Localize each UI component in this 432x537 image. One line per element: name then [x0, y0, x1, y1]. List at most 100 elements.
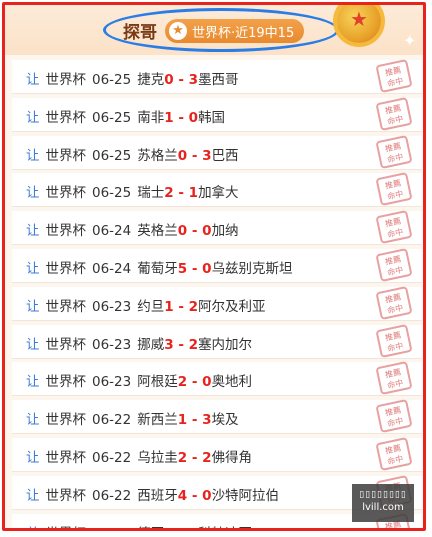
- expert-name[interactable]: 探哥: [123, 18, 157, 43]
- league-label: 世界杯: [45, 336, 87, 353]
- home-team: 德国: [137, 526, 164, 528]
- away-team: 阿尔及利亚: [198, 298, 266, 315]
- list-item[interactable]: 让世界杯 06-22 乌拉圭2 - 2佛得角 推薦 命中: [12, 436, 422, 472]
- list-item[interactable]: 让世界杯 06-25 苏格兰0 - 3巴西 推薦 命中: [12, 134, 422, 170]
- play-type-tag: 让: [26, 449, 40, 466]
- away-team: 埃及: [211, 412, 239, 429]
- score-separator: -: [187, 374, 203, 391]
- match-line: 让世界杯 06-22 西班牙4 - 0沙特阿拉伯: [26, 484, 279, 504]
- home-team: 阿根廷: [137, 374, 178, 391]
- home-score: 2: [177, 374, 188, 391]
- record-badge-text: 世界杯·近19中15: [192, 25, 295, 41]
- score-separator: -: [173, 109, 189, 126]
- score-separator: -: [173, 298, 189, 315]
- league-label: 世界杯: [45, 487, 87, 504]
- league-label: 世界杯: [45, 109, 87, 126]
- match-line: 让世界杯 06-22 乌拉圭2 - 2佛得角: [26, 446, 252, 466]
- play-type-tag: 总: [26, 526, 40, 528]
- away-team: 沙特阿拉伯: [211, 487, 280, 504]
- score-separator: -: [173, 185, 189, 202]
- score-separator: -: [187, 223, 203, 240]
- card-header: 探哥 ★ 世界杯·近19中15 ★ ✦: [5, 5, 423, 55]
- hit-stamp-icon: 推薦 命中: [375, 247, 413, 283]
- away-score: 2: [202, 449, 212, 466]
- score-separator: -: [173, 72, 189, 88]
- away-team: 佛得角: [211, 449, 253, 466]
- league-label: 世界杯: [45, 147, 87, 164]
- hit-stamp-icon: 推薦 命中: [375, 58, 413, 94]
- away-team: 巴西: [211, 147, 239, 164]
- list-item[interactable]: 让世界杯 06-23 阿根廷2 - 0奥地利 推薦 命中: [12, 361, 422, 397]
- match-date: 06-22: [92, 449, 132, 466]
- match-line: 让世界杯 06-25 南非1 - 0韩国: [26, 106, 225, 126]
- play-type-tag: 让: [26, 260, 40, 277]
- away-team: 科特迪瓦: [198, 526, 252, 528]
- list-item[interactable]: 让世界杯 06-24 英格兰0 - 0加纳 推薦 命中: [12, 210, 422, 246]
- home-score: 0: [177, 223, 188, 240]
- away-team: 乌兹别克斯坦: [211, 260, 293, 277]
- home-score: 2: [164, 185, 174, 202]
- home-score: 3: [164, 336, 174, 353]
- away-score: 3: [202, 412, 212, 429]
- watermark-line1: ▯▯▯▯▯▯▯▯: [359, 490, 407, 500]
- match-date: 06-25: [92, 72, 132, 88]
- home-team: 新西兰: [137, 412, 178, 429]
- list-item[interactable]: 让世界杯 06-23 约旦1 - 2阿尔及利亚 推薦 命中: [12, 285, 422, 321]
- match-line: 让世界杯 06-24 英格兰0 - 0加纳: [26, 219, 239, 239]
- watermark-line2: lvill.com: [362, 502, 404, 513]
- hit-stamp-icon: 推薦 命中: [375, 134, 413, 169]
- play-type-tag: 让: [26, 109, 40, 126]
- away-team: 塞内加尔: [198, 336, 253, 353]
- league-label: 世界杯: [45, 449, 87, 466]
- match-line: 让世界杯 06-22 新西兰1 - 3埃及: [26, 408, 239, 428]
- play-type-tag: 让: [26, 336, 40, 353]
- match-line: 让世界杯 06-25 苏格兰0 - 3巴西: [26, 144, 239, 164]
- list-item[interactable]: 让世界杯 06-22 新西兰1 - 3埃及 推薦 命中: [12, 399, 422, 435]
- play-type-tag: 让: [26, 487, 40, 504]
- match-date: 06-23: [92, 336, 132, 353]
- away-score: 0: [202, 487, 212, 504]
- away-team: 加拿大: [198, 185, 239, 202]
- match-line: 总 世界杯 06-21 德国2 - 1科特迪瓦: [26, 522, 252, 528]
- away-score: 0: [188, 109, 199, 126]
- match-date: 06-24: [92, 223, 132, 240]
- home-score: 2: [177, 449, 188, 466]
- league-label: 世界杯: [45, 260, 87, 277]
- away-team: 韩国: [198, 109, 226, 126]
- list-item[interactable]: 让世界杯 06-25 南非1 - 0韩国 推薦 命中: [12, 96, 422, 132]
- list-item[interactable]: 让世界杯 06-25 瑞士2 - 1加拿大 推薦 命中: [12, 172, 422, 208]
- home-team: 约旦: [137, 298, 165, 315]
- home-team: 西班牙: [137, 487, 178, 504]
- play-type-tag: 让: [26, 412, 40, 429]
- score-separator: -: [187, 487, 203, 504]
- away-score: 1: [188, 185, 199, 202]
- home-team: 捷克: [137, 72, 165, 88]
- home-team: 苏格兰: [137, 147, 178, 164]
- home-team: 乌拉圭: [137, 449, 178, 466]
- league-label: 世界杯: [45, 185, 87, 202]
- home-team: 英格兰: [137, 223, 178, 240]
- play-type-tag: 让: [26, 185, 40, 202]
- list-item[interactable]: 让世界杯 06-23 挪威3 - 2塞内加尔 推薦 命中: [12, 323, 422, 359]
- league-label: 世界杯: [45, 223, 87, 240]
- list-item[interactable]: 让世界杯 06-25 捷克0 - 3墨西哥 推薦 命中: [12, 58, 422, 94]
- away-score: 0: [202, 374, 212, 391]
- league-label: 世界杯: [45, 298, 87, 315]
- play-type-tag: 让: [26, 374, 40, 391]
- home-score: 0: [177, 147, 188, 164]
- expert-card: 探哥 ★ 世界杯·近19中15 ★ ✦ 让世界杯 06-25 捷克0 - 3墨西哥推…: [2, 2, 426, 531]
- home-score: 4: [177, 487, 188, 504]
- home-score: 1: [164, 109, 174, 126]
- away-score: 0: [202, 260, 212, 277]
- match-date: 06-23: [92, 298, 132, 315]
- match-date: 06-22: [92, 412, 132, 429]
- list-item[interactable]: 让世界杯 06-24 葡萄牙5 - 0乌兹别克斯坦 推薦 命中: [12, 247, 422, 283]
- score-separator: -: [173, 336, 189, 353]
- hit-stamp-icon: 推薦 命中: [375, 210, 413, 245]
- home-team: 南非: [137, 109, 165, 126]
- away-team: 加纳: [211, 223, 239, 240]
- match-date: 06-21: [92, 526, 131, 528]
- league-label: 世界杯: [45, 374, 87, 391]
- match-date: 06-25: [92, 109, 132, 126]
- hit-stamp-icon: 推薦 命中: [375, 285, 413, 320]
